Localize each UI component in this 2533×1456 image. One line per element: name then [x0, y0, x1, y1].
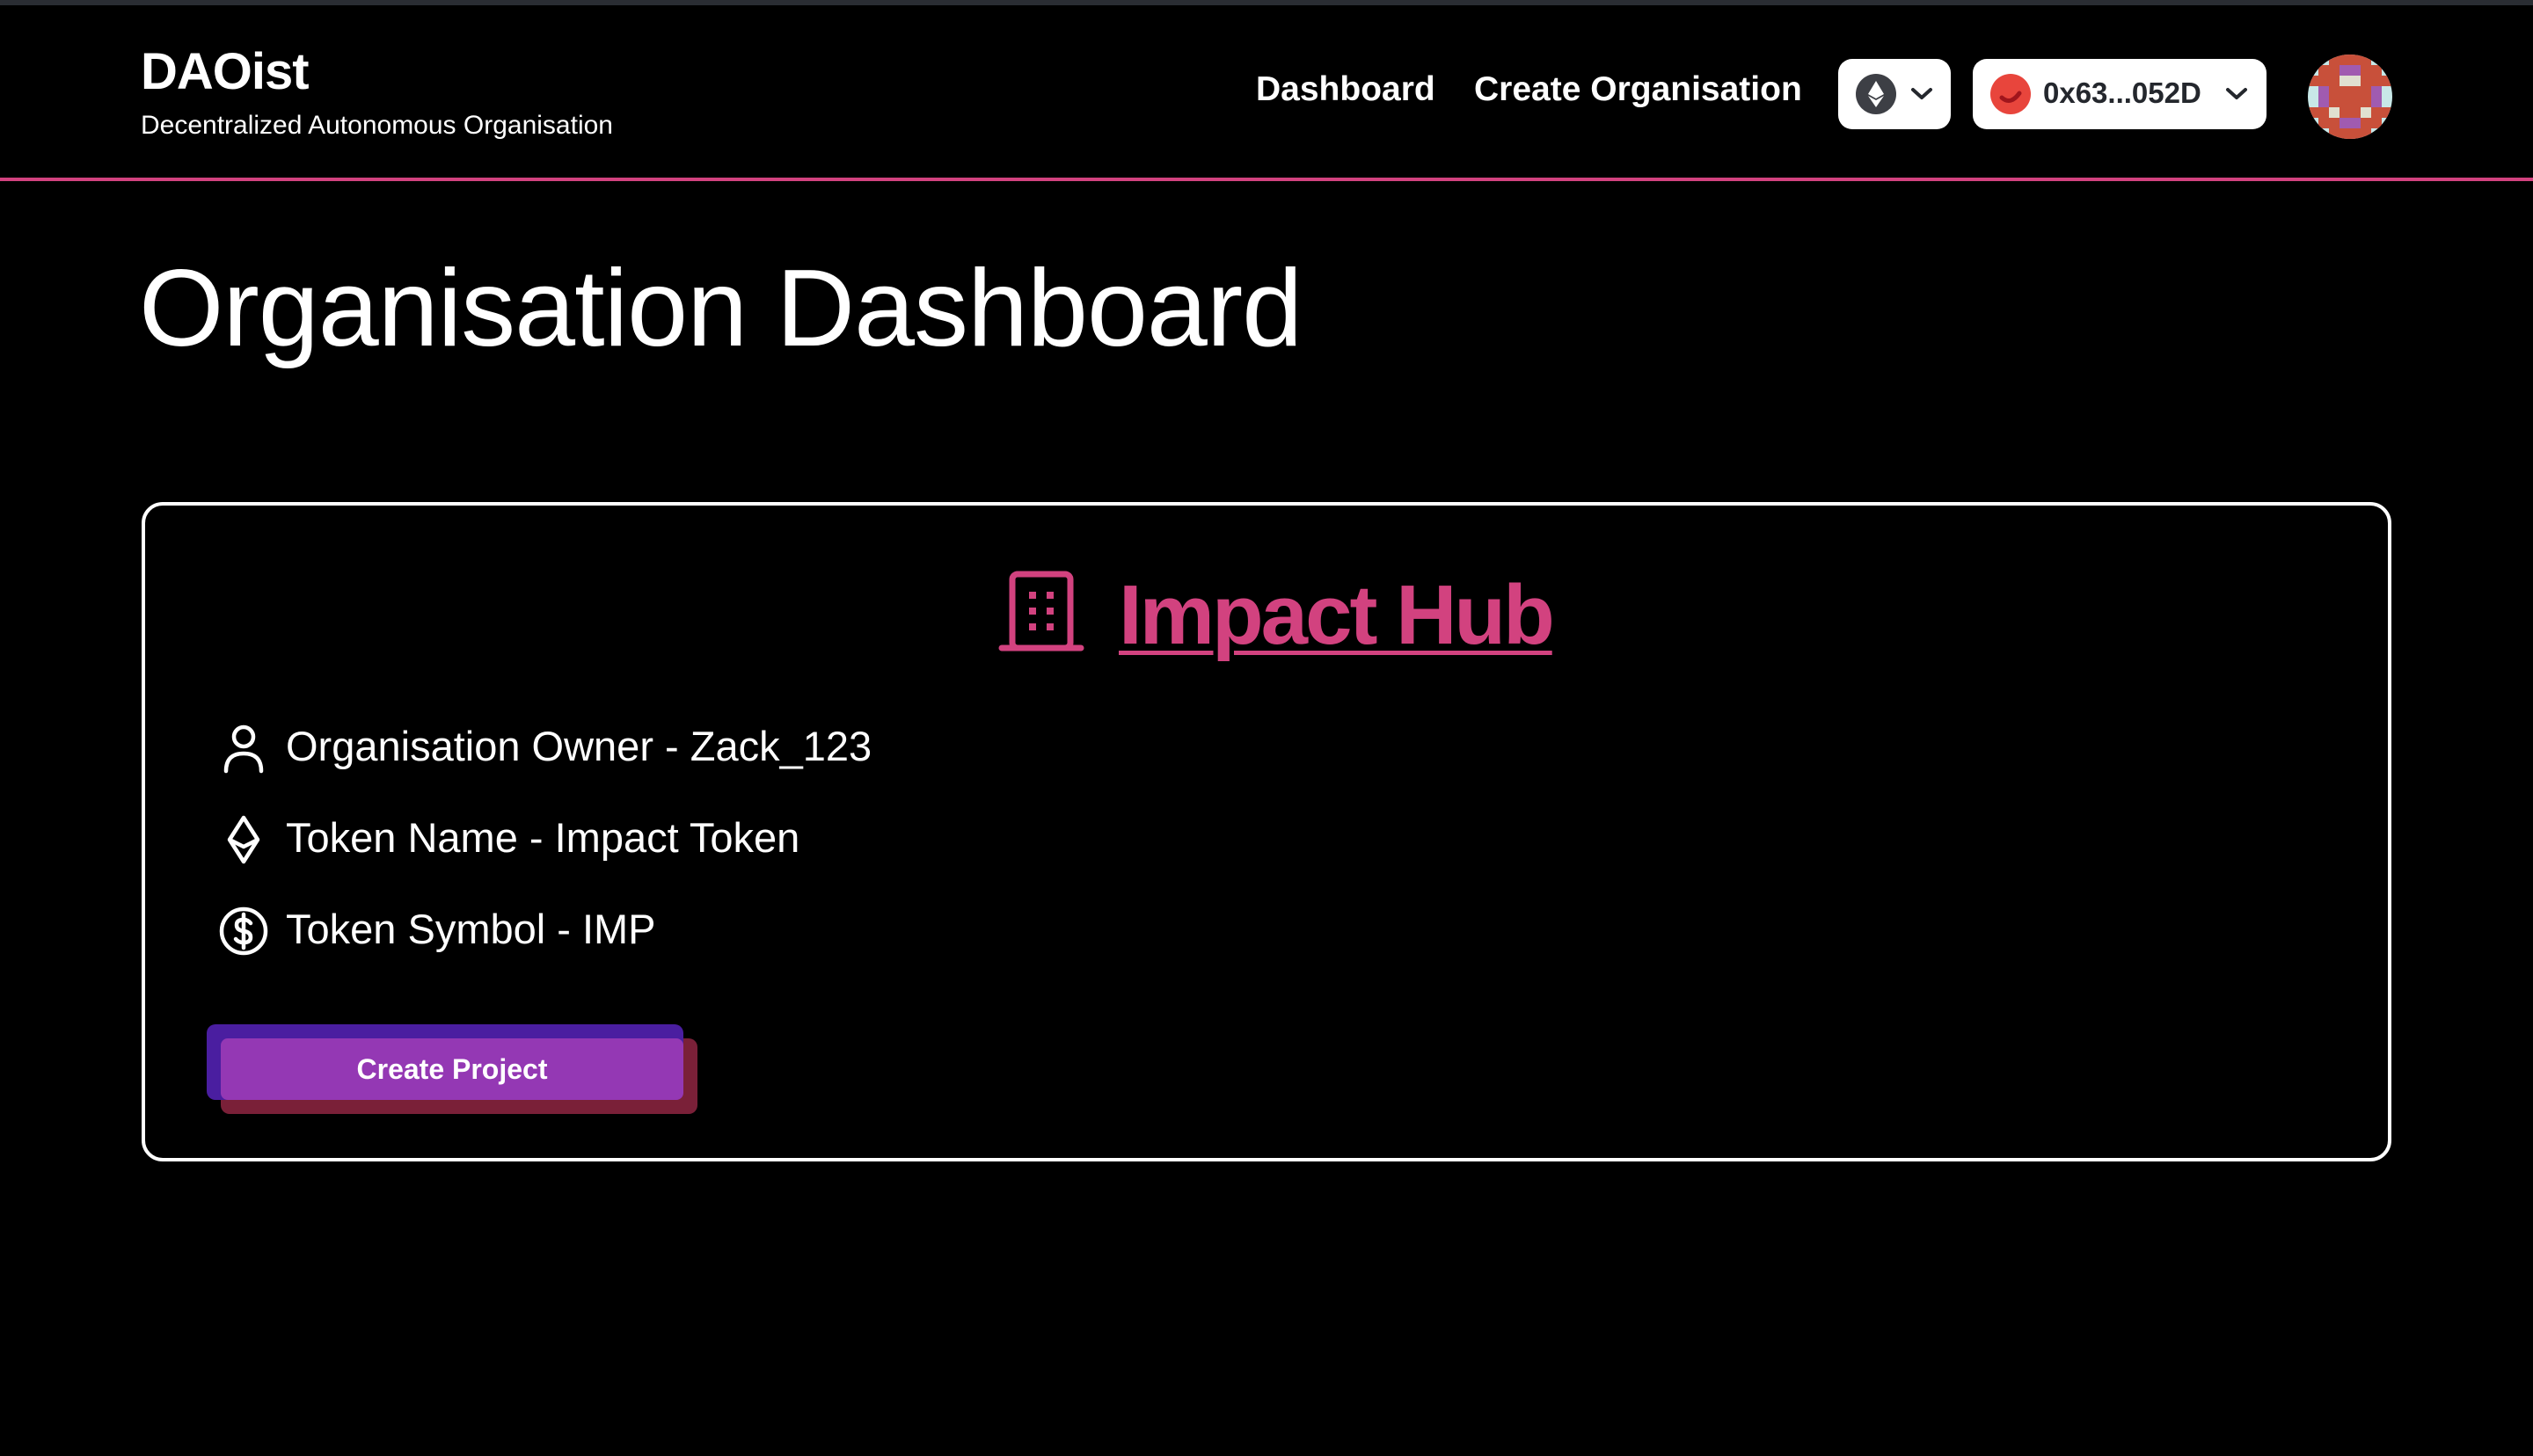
token-symbol-text: Token Symbol - IMP [286, 906, 656, 952]
ethereum-icon [1856, 74, 1896, 114]
dollar-circle-icon [217, 905, 270, 957]
organisation-name-link[interactable]: Impact Hub [1119, 567, 1555, 664]
create-project-label: Create Project [221, 1038, 683, 1100]
ethereum-icon [217, 813, 270, 866]
brand-title: DAOist [141, 43, 310, 100]
brand-subtitle: Decentralized Autonomous Organisation [141, 111, 613, 140]
profile-avatar[interactable] [2308, 55, 2392, 139]
building-icon [998, 567, 1086, 659]
create-project-button[interactable]: Create Project [207, 1024, 699, 1121]
app-header: DAOist Decentralized Autonomous Organisa… [0, 5, 2533, 181]
nav-create-organisation-link[interactable]: Create Organisation [1474, 70, 1802, 109]
token-name-text: Token Name - Impact Token [286, 814, 800, 861]
account-button[interactable]: 0x63...052D [1973, 59, 2267, 129]
nav-dashboard-link[interactable]: Dashboard [1256, 70, 1435, 109]
organisation-owner-text: Organisation Owner - Zack_123 [286, 723, 872, 769]
chain-selector-button[interactable] [1838, 59, 1951, 129]
user-icon [217, 722, 270, 775]
account-address-label: 0x63...052D [2043, 76, 2201, 109]
chevron-down-icon [1909, 84, 1935, 109]
organisation-card: Impact Hub Organisation Owner - Zack_123… [142, 502, 2391, 1161]
chevron-down-icon [2223, 84, 2250, 109]
account-avatar-icon [1990, 74, 2031, 114]
organisation-header: Impact Hub [145, 567, 2388, 664]
page-title: Organisation Dashboard [139, 248, 1303, 369]
